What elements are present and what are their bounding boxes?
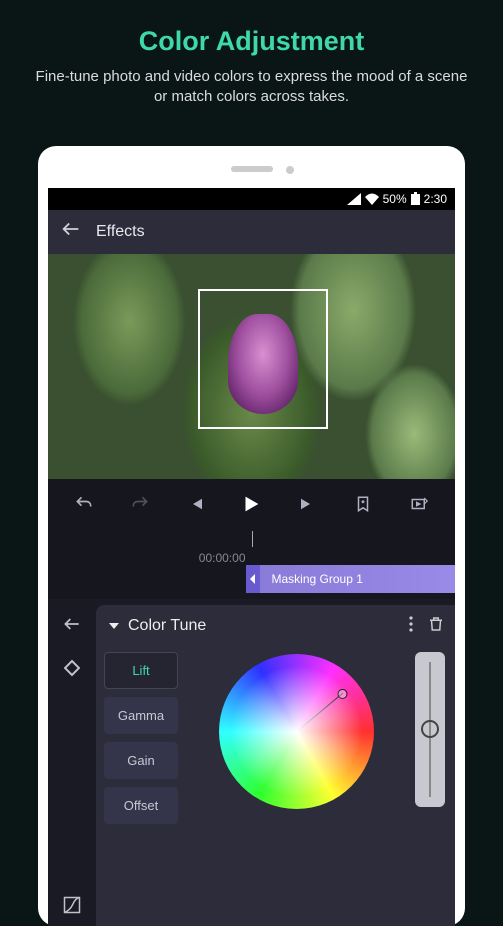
arrow-left-icon	[60, 218, 82, 240]
redo-icon	[130, 494, 150, 514]
delete-button[interactable]	[427, 615, 445, 638]
timeline[interactable]: 00:00:00 Masking Group 1	[48, 529, 455, 599]
phone-frame: 50% 2:30 Effects 00:00	[38, 146, 465, 926]
bookmark-add-icon	[354, 495, 372, 513]
skip-start-button[interactable]	[181, 495, 211, 513]
caret-down-icon[interactable]	[108, 620, 120, 632]
curves-icon	[62, 895, 82, 915]
undo-icon	[74, 494, 94, 514]
tab-gain[interactable]: Gain	[104, 742, 178, 779]
tab-lift[interactable]: Lift	[104, 652, 178, 689]
redo-button[interactable]	[125, 494, 155, 514]
export-button[interactable]	[404, 495, 434, 513]
arrow-left-icon	[62, 614, 82, 634]
transport-bar	[48, 479, 455, 529]
status-time: 2:30	[424, 192, 447, 206]
skip-start-icon	[187, 495, 205, 513]
panel-title: Color Tune	[128, 617, 395, 635]
cell-signal-icon	[347, 193, 361, 205]
clip-trim-handle[interactable]	[246, 565, 260, 593]
masked-region	[228, 314, 298, 414]
status-bar: 50% 2:30	[48, 188, 455, 210]
wifi-icon	[365, 193, 379, 205]
keyframe-button[interactable]	[61, 657, 83, 679]
battery-percent: 50%	[383, 192, 407, 206]
play-icon	[240, 493, 262, 515]
battery-icon	[411, 192, 420, 205]
clip-label: Masking Group 1	[272, 572, 363, 586]
trash-icon	[427, 615, 445, 633]
panel-back-button[interactable]	[61, 613, 83, 635]
color-wheel[interactable]	[219, 654, 374, 809]
skip-end-icon	[298, 495, 316, 513]
luma-slider-thumb[interactable]	[421, 720, 439, 738]
back-button[interactable]	[60, 218, 82, 245]
play-button[interactable]	[236, 493, 266, 515]
timeline-clip[interactable]: Masking Group 1	[252, 565, 456, 593]
tab-gamma[interactable]: Gamma	[104, 697, 178, 734]
more-vertical-icon	[403, 615, 419, 633]
preview-viewport[interactable]	[48, 254, 455, 479]
diamond-icon	[64, 660, 80, 676]
color-tune-tabs: Lift Gamma Gain Offset	[96, 646, 186, 926]
header-title: Effects	[96, 223, 145, 241]
editor-sidebar	[48, 599, 96, 926]
luma-slider[interactable]	[415, 652, 445, 807]
more-options-button[interactable]	[403, 615, 419, 638]
timeline-ruler	[48, 537, 455, 545]
mask-selection-box[interactable]	[198, 289, 328, 429]
timecode: 00:00:00	[199, 551, 252, 565]
chevron-left-icon	[249, 574, 257, 584]
color-tune-panel: Color Tune Lift Gamma Gain Offset	[96, 605, 455, 926]
tab-offset[interactable]: Offset	[104, 787, 178, 824]
app-header: Effects	[48, 210, 455, 254]
promo-subtitle: Fine-tune photo and video colors to expr…	[30, 67, 473, 108]
export-icon	[409, 495, 429, 513]
color-wheel-handle[interactable]	[296, 693, 343, 732]
undo-button[interactable]	[69, 494, 99, 514]
promo-title: Color Adjustment	[30, 26, 473, 57]
bookmark-add-button[interactable]	[348, 495, 378, 513]
skip-end-button[interactable]	[292, 495, 322, 513]
